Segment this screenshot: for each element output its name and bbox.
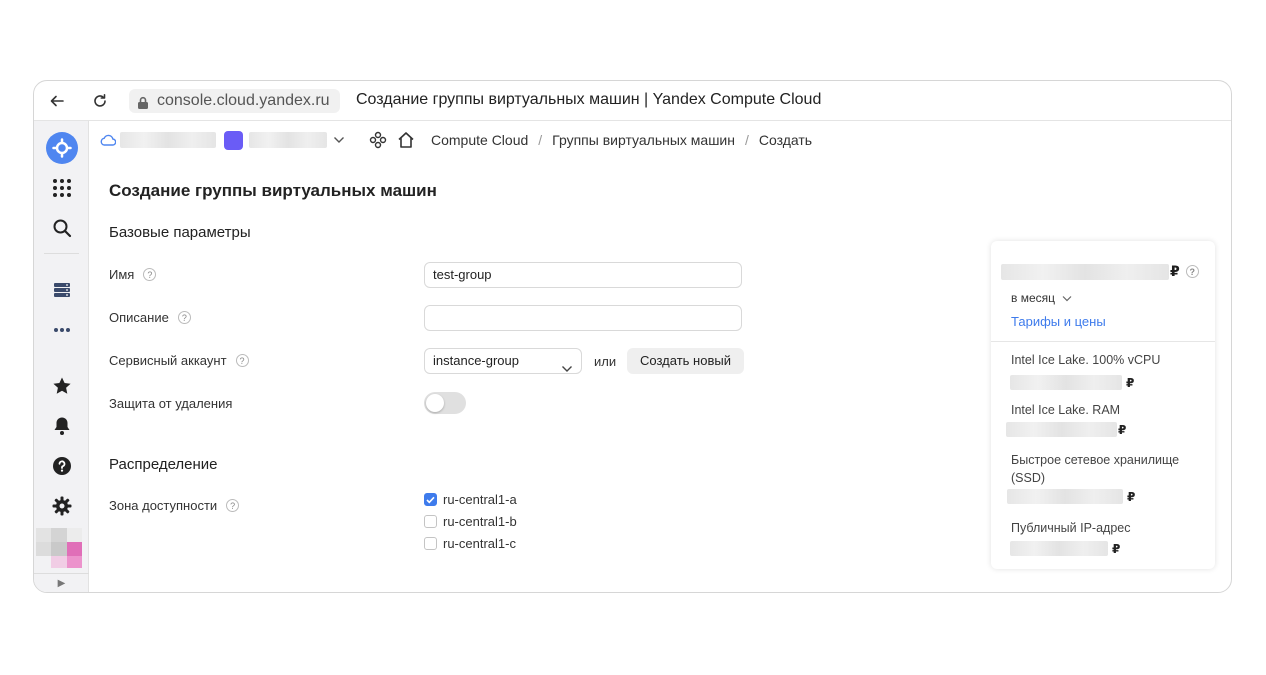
price-item-value: ₽ bbox=[1007, 489, 1135, 504]
folder-icon[interactable] bbox=[224, 130, 243, 150]
zone-option-a[interactable]: ru-central1-a bbox=[424, 492, 517, 507]
description-input[interactable] bbox=[424, 305, 742, 331]
sidebar-expand-toggle[interactable]: ▶ bbox=[34, 573, 89, 592]
price-redacted bbox=[1010, 375, 1122, 390]
currency-sign: ₽ bbox=[1127, 489, 1136, 504]
checkbox-icon[interactable] bbox=[424, 515, 437, 528]
price-redacted bbox=[1006, 422, 1117, 437]
tariffs-link[interactable]: Тарифы и цены bbox=[1011, 314, 1106, 329]
cloud-name-redacted[interactable] bbox=[120, 132, 216, 148]
checkbox-icon[interactable] bbox=[424, 537, 437, 550]
price-redacted bbox=[1010, 541, 1108, 556]
name-label: Имя bbox=[109, 267, 135, 282]
compute-servers-icon[interactable] bbox=[34, 275, 89, 305]
service-account-label: Сервисный аккаунт bbox=[109, 353, 227, 368]
price-item-value: ₽ bbox=[1010, 375, 1134, 390]
zone-help-icon[interactable]: ? bbox=[226, 499, 240, 512]
price-item-value: ₽ bbox=[1006, 422, 1126, 437]
total-price: ₽ ? bbox=[1001, 263, 1199, 280]
back-icon[interactable] bbox=[47, 91, 67, 111]
name-input-value: test-group bbox=[433, 267, 492, 282]
price-item-label: Intel Ice Lake. 100% vCPU bbox=[1011, 353, 1161, 367]
more-services-icon[interactable] bbox=[34, 315, 89, 345]
cloud-icon[interactable] bbox=[100, 134, 116, 146]
help-icon[interactable] bbox=[34, 451, 89, 481]
price-item-value: ₽ bbox=[1010, 541, 1120, 556]
period-label: в месяц bbox=[1011, 291, 1056, 305]
settings-gear-icon[interactable] bbox=[34, 491, 89, 521]
breadcrumb-separator: / bbox=[538, 132, 543, 148]
chevron-down-icon bbox=[561, 357, 573, 381]
or-text: или bbox=[594, 354, 617, 369]
service-map-icon[interactable] bbox=[369, 131, 387, 149]
price-panel: ₽ ? в месяц Тарифы и цены Intel Ice Lake… bbox=[991, 241, 1215, 569]
description-help-icon[interactable]: ? bbox=[177, 311, 191, 324]
price-item-label: Intel Ice Lake. RAM bbox=[1011, 403, 1121, 417]
price-item-label: Быстрое сетевое хранилище (SSD) bbox=[1011, 453, 1180, 485]
lock-icon bbox=[137, 94, 149, 118]
breadcrumb-compute-cloud[interactable]: Compute Cloud bbox=[431, 132, 528, 148]
total-help-icon[interactable]: ? bbox=[1185, 265, 1199, 278]
deletion-protection-label: Защита от удаления bbox=[109, 396, 233, 411]
chevron-down-icon[interactable] bbox=[333, 136, 345, 144]
name-row-label: Имя ? bbox=[109, 267, 157, 282]
breadcrumb: Compute Cloud / Группы виртуальных машин… bbox=[100, 121, 1231, 159]
console-sidebar: ▶ bbox=[34, 121, 89, 592]
zone-option-label: ru-central1-c bbox=[443, 536, 516, 551]
page-tab-title: Создание группы виртуальных машин | Yand… bbox=[356, 91, 822, 108]
zone-option-label: ru-central1-b bbox=[443, 514, 517, 529]
checkbox-checked-icon[interactable] bbox=[424, 493, 437, 506]
address-bar[interactable]: console.cloud.yandex.ru bbox=[129, 89, 340, 113]
toggle-knob bbox=[426, 394, 444, 412]
user-avatar[interactable] bbox=[36, 528, 82, 568]
chevron-down-icon bbox=[1062, 295, 1072, 302]
browser-window: console.cloud.yandex.ru Создание группы … bbox=[33, 80, 1232, 593]
folder-name-redacted[interactable] bbox=[249, 132, 327, 148]
service-account-row-label: Сервисный аккаунт ? bbox=[109, 353, 249, 368]
sidebar-divider bbox=[44, 253, 79, 254]
currency-sign: ₽ bbox=[1118, 422, 1127, 437]
breadcrumb-current: Создать bbox=[758, 132, 813, 148]
notifications-bell-icon[interactable] bbox=[34, 411, 89, 441]
service-account-value: instance-group bbox=[433, 353, 519, 368]
price-panel-divider bbox=[991, 341, 1215, 342]
zone-row-label: Зона доступности ? bbox=[109, 498, 240, 513]
reload-icon[interactable] bbox=[90, 91, 110, 111]
service-account-help-icon[interactable]: ? bbox=[235, 354, 249, 367]
zone-option-c[interactable]: ru-central1-c bbox=[424, 536, 516, 551]
url-text: console.cloud.yandex.ru bbox=[157, 92, 330, 109]
search-icon[interactable] bbox=[34, 213, 89, 243]
name-input[interactable]: test-group bbox=[424, 262, 742, 288]
zone-option-b[interactable]: ru-central1-b bbox=[424, 514, 517, 529]
total-amount-redacted bbox=[1001, 263, 1169, 280]
breadcrumb-instance-groups[interactable]: Группы виртуальных машин bbox=[552, 132, 735, 148]
description-row-label: Описание ? bbox=[109, 310, 191, 325]
currency-sign: ₽ bbox=[1170, 263, 1180, 279]
zone-label: Зона доступности bbox=[109, 498, 218, 513]
description-label: Описание bbox=[109, 310, 169, 325]
yandex-cloud-logo-icon[interactable] bbox=[34, 132, 89, 164]
breadcrumb-separator: / bbox=[745, 132, 749, 148]
services-grid-icon[interactable] bbox=[34, 173, 89, 203]
favorites-star-icon[interactable] bbox=[34, 371, 89, 401]
price-redacted bbox=[1007, 489, 1123, 504]
section-distribution: Распределение bbox=[109, 456, 218, 473]
zone-option-label: ru-central1-a bbox=[443, 492, 517, 507]
service-account-select[interactable]: instance-group bbox=[424, 348, 582, 374]
create-service-account-button[interactable]: Создать новый bbox=[627, 348, 744, 374]
section-basic-params: Базовые параметры bbox=[109, 224, 251, 241]
period-selector[interactable]: в месяц bbox=[1011, 291, 1072, 305]
currency-sign: ₽ bbox=[1112, 541, 1121, 556]
page-title: Создание группы виртуальных машин bbox=[109, 181, 437, 200]
deletion-protection-row-label: Защита от удаления bbox=[109, 396, 232, 411]
price-item-label: Публичный IP-адрес bbox=[1011, 521, 1131, 535]
browser-toolbar: console.cloud.yandex.ru Создание группы … bbox=[34, 81, 1231, 121]
deletion-protection-toggle[interactable] bbox=[424, 392, 466, 414]
name-help-icon[interactable]: ? bbox=[143, 268, 157, 281]
home-icon[interactable] bbox=[397, 131, 415, 149]
currency-sign: ₽ bbox=[1126, 375, 1135, 390]
expand-arrow-icon: ▶ bbox=[57, 577, 66, 589]
